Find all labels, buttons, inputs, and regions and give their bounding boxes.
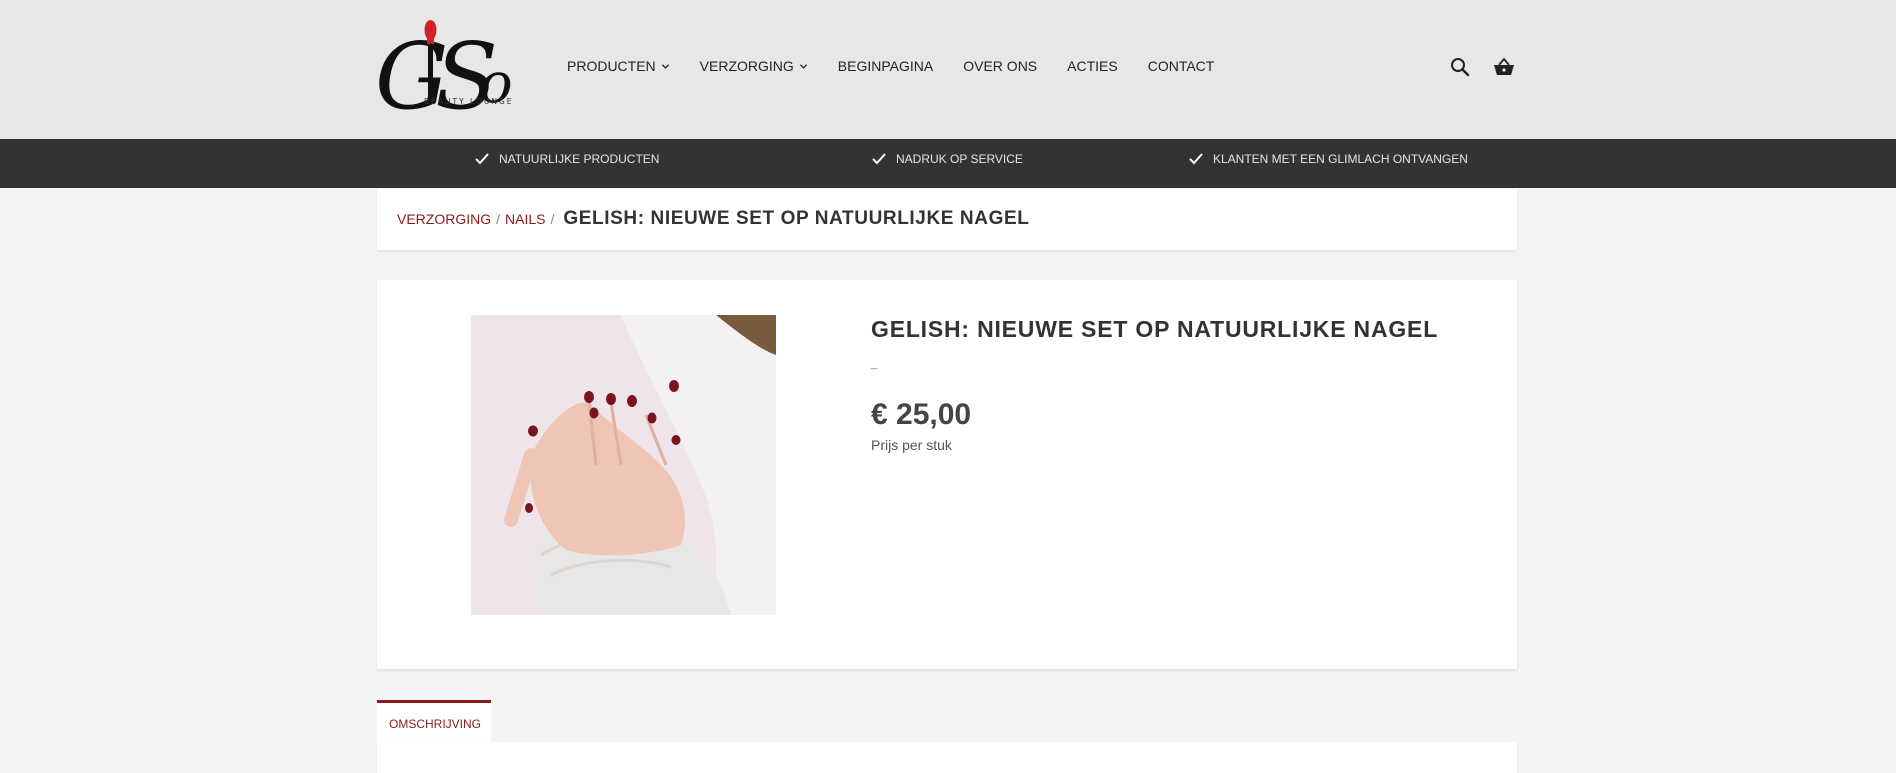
breadcrumb: VERZORGING / NAILS / GELISH: NIEUWE SET … [397, 208, 1029, 230]
nav-label: CONTACT [1147, 58, 1215, 74]
usp-label: NATUURLIJKE PRODUCTEN [499, 152, 660, 166]
logo-brush-handle [428, 42, 433, 102]
usp-label: NADRUK OP SERVICE [896, 152, 1023, 166]
nav-item-producten[interactable]: PRODUCTEN [567, 58, 670, 74]
logo-letter-o: o [479, 51, 513, 116]
nav-item-verzorging[interactable]: VERZORGING [700, 58, 808, 74]
logo-tagline: BEAUTY LOUNGE [424, 97, 514, 106]
nav-label: ACTIES [1067, 58, 1118, 74]
product-photo [471, 315, 776, 615]
usp-natural-products: NATUURLIJKE PRODUCTEN [475, 152, 659, 166]
breadcrumb-card: VERZORGING / NAILS / GELISH: NIEUWE SET … [377, 189, 1517, 250]
nav-label: BEGINPAGINA [837, 58, 934, 74]
nav-item-acties[interactable]: ACTIES [1067, 58, 1118, 74]
site-header: G S o BEAUTY LOUNGE PRODUCTEN VERZORGING… [0, 0, 1896, 139]
product-subtitle-dash: _ [871, 358, 878, 370]
main-nav: PRODUCTEN VERZORGING BEGINPAGINA OVER ON… [567, 58, 1244, 74]
check-icon [475, 153, 489, 165]
product-title: GELISH: NIEUWE SET OP NATUURLIJKE NAGEL [871, 316, 1439, 342]
site-logo[interactable]: G S o BEAUTY LOUNGE [375, 16, 525, 130]
nav-item-contact[interactable]: CONTACT [1148, 58, 1215, 74]
breadcrumb-link-verzorging[interactable]: VERZORGING [397, 211, 491, 227]
nav-item-beginpagina[interactable]: BEGINPAGINA [838, 58, 933, 74]
check-icon [1189, 153, 1203, 165]
tab-label: OMSCHRIJVING [389, 717, 482, 731]
chevron-down-icon [799, 63, 807, 69]
description-panel [377, 742, 1517, 773]
search-icon[interactable] [1448, 55, 1472, 79]
breadcrumb-separator: / [496, 211, 501, 227]
product-image[interactable] [471, 315, 776, 615]
product-card: GELISH: NIEUWE SET OP NATUURLIJKE NAGEL … [377, 280, 1517, 669]
product-price: € 25,00 [871, 398, 972, 431]
usp-label: KLANTEN MET EEN GLIMLACH ONTVANGEN [1213, 152, 1468, 166]
breadcrumb-separator: / [550, 211, 555, 227]
usp-service: NADRUK OP SERVICE [872, 152, 1023, 166]
nav-label: VERZORGING [699, 58, 794, 74]
price-unit: Prijs per stuk [871, 437, 952, 453]
usp-smile: KLANTEN MET EEN GLIMLACH ONTVANGEN [1189, 152, 1468, 166]
check-icon [872, 153, 886, 165]
logo-graphic: G S o BEAUTY LOUNGE [375, 20, 514, 130]
nav-label: OVER ONS [963, 58, 1038, 74]
breadcrumb-link-nails[interactable]: NAILS [505, 211, 545, 227]
header-actions [1448, 55, 1516, 79]
chevron-down-icon [661, 63, 669, 69]
nav-item-over-ons[interactable]: OVER ONS [963, 58, 1037, 74]
nav-label: PRODUCTEN [567, 58, 656, 74]
breadcrumb-current: GELISH: NIEUWE SET OP NATUURLIJKE NAGEL [563, 208, 1030, 229]
basket-icon[interactable] [1492, 55, 1516, 79]
tab-omschrijving[interactable]: OMSCHRIJVING [377, 700, 491, 742]
